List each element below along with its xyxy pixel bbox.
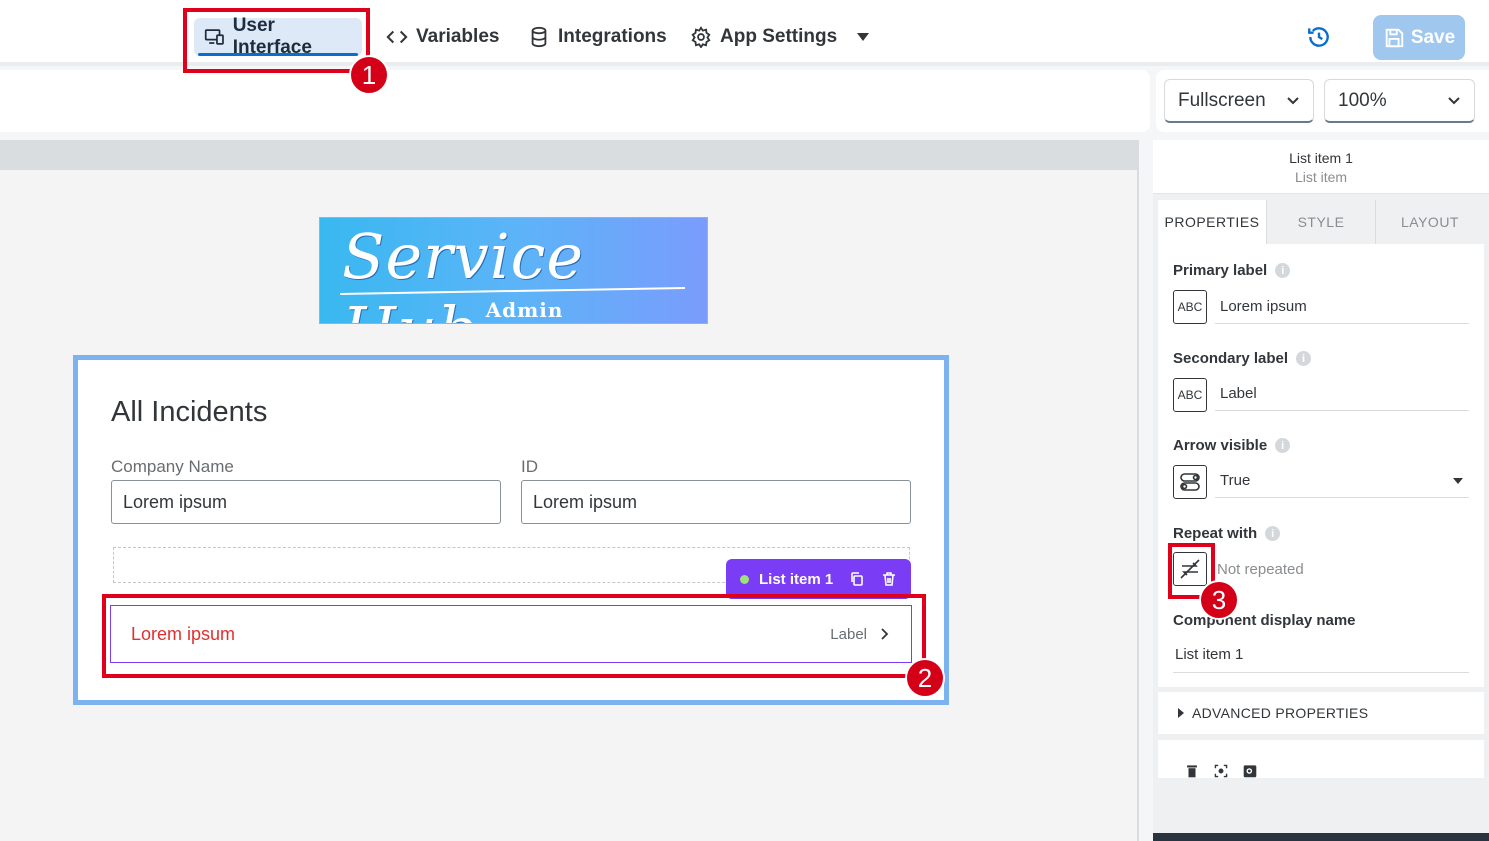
secondary-label-input[interactable]: Label xyxy=(1215,377,1469,411)
service-hub-logo[interactable]: Service Hub Admin xyxy=(319,217,708,324)
panel-footer xyxy=(1153,833,1489,841)
component-type: List item xyxy=(1294,169,1348,185)
secondary-label-text: Secondary label xyxy=(1173,350,1289,367)
delete-icon[interactable] xyxy=(881,571,897,587)
repeat-with-value: Not repeated xyxy=(1217,561,1304,578)
info-icon[interactable]: i xyxy=(1296,351,1312,366)
advanced-properties-toggle[interactable]: ADVANCED PROPERTIES xyxy=(1158,692,1484,734)
history-icon[interactable] xyxy=(1306,24,1332,50)
component-name: List item 1 xyxy=(1289,150,1353,166)
properties-panel: List item 1 List item PROPERTIES STYLE L… xyxy=(1153,140,1489,841)
code-icon xyxy=(386,30,408,44)
focus-icon[interactable] xyxy=(1211,764,1231,778)
chevron-down-icon xyxy=(1287,96,1299,104)
zoom-select[interactable]: 100% xyxy=(1324,79,1475,123)
company-name-label: Company Name xyxy=(111,457,234,476)
tab-variables[interactable]: Variables xyxy=(376,18,509,56)
expand-icon xyxy=(1178,708,1184,718)
status-dot xyxy=(740,574,749,584)
primary-label-text: Primary label xyxy=(1173,262,1268,279)
company-name-input[interactable]: Lorem ipsum xyxy=(111,480,501,524)
selected-component-tag[interactable]: List item 1 xyxy=(726,559,911,599)
save-button[interactable]: Save xyxy=(1373,15,1465,60)
device-select-value: Fullscreen xyxy=(1178,89,1266,111)
save-button-label: Save xyxy=(1410,26,1456,48)
card-title[interactable]: All Incidents xyxy=(111,396,267,429)
chevron-down-icon xyxy=(1448,96,1460,104)
display-name-heading: Component display name xyxy=(1173,612,1356,629)
arrow-visible-value: True xyxy=(1220,472,1251,489)
zoom-icon[interactable] xyxy=(1240,764,1260,778)
zoom-select-value: 100% xyxy=(1338,89,1387,111)
component-actions xyxy=(1158,740,1484,778)
database-icon xyxy=(531,26,547,48)
info-icon[interactable]: i xyxy=(1275,263,1291,278)
arrow-visible-text: Arrow visible xyxy=(1173,437,1268,454)
tab-variables-label: Variables xyxy=(416,26,500,47)
secondary-label-heading: Secondary label i xyxy=(1173,350,1312,367)
tab-integrations-label: Integrations xyxy=(558,26,667,47)
advanced-properties-label: ADVANCED PROPERTIES xyxy=(1192,705,1369,721)
view-controls: Fullscreen 100% xyxy=(1156,70,1489,132)
id-label: ID xyxy=(521,457,538,476)
text-binding-icon[interactable]: ABC xyxy=(1173,290,1207,324)
canvas-toolbar xyxy=(0,70,1150,132)
info-icon[interactable]: i xyxy=(1265,526,1281,541)
arrow-visible-select[interactable]: True xyxy=(1215,464,1469,498)
selected-component-label: List item 1 xyxy=(759,570,834,588)
step-badge-2: 2 xyxy=(905,658,945,698)
toggle-binding-icon[interactable] xyxy=(1173,465,1207,499)
trash-icon[interactable] xyxy=(1182,764,1202,778)
caret-down-icon[interactable] xyxy=(857,33,870,41)
panel-header: List item 1 List item xyxy=(1153,140,1489,194)
panel-tabs: PROPERTIES STYLE LAYOUT xyxy=(1158,200,1484,244)
tab-integrations[interactable]: Integrations xyxy=(518,18,677,56)
id-input[interactable]: Lorem ipsum xyxy=(521,480,911,524)
text-binding-icon[interactable]: ABC xyxy=(1173,378,1207,412)
step-badge-3: 3 xyxy=(1199,580,1239,620)
display-name-text: Component display name xyxy=(1173,612,1356,629)
caret-down-icon xyxy=(1453,477,1463,484)
tab-layout[interactable]: LAYOUT xyxy=(1375,200,1484,244)
tab-properties[interactable]: PROPERTIES xyxy=(1158,200,1266,244)
step-badge-1: 1 xyxy=(349,55,389,95)
highlight-box-1 xyxy=(183,8,370,73)
arrow-visible-heading: Arrow visible i xyxy=(1173,437,1291,454)
tab-app-settings[interactable]: App Settings xyxy=(680,18,879,56)
tab-app-settings-label: App Settings xyxy=(720,26,838,47)
tab-style[interactable]: STYLE xyxy=(1266,200,1375,244)
primary-label-input[interactable]: Lorem ipsum xyxy=(1215,290,1469,324)
highlight-box-2 xyxy=(102,594,926,678)
display-name-input[interactable]: List item 1 xyxy=(1173,637,1469,673)
properties-body: Primary label i ABC Lorem ipsum Secondar… xyxy=(1158,244,1484,687)
repeat-with-text: Repeat with xyxy=(1173,525,1258,542)
device-select[interactable]: Fullscreen xyxy=(1164,79,1314,123)
repeat-with-heading: Repeat with i xyxy=(1173,525,1281,542)
primary-label-heading: Primary label i xyxy=(1173,262,1291,279)
logo-subtitle: Admin xyxy=(485,298,564,322)
info-icon[interactable]: i xyxy=(1275,438,1291,453)
save-icon xyxy=(1385,28,1403,47)
duplicate-icon[interactable] xyxy=(849,571,865,587)
gear-icon xyxy=(691,26,711,48)
toggle-icon xyxy=(1180,473,1200,491)
